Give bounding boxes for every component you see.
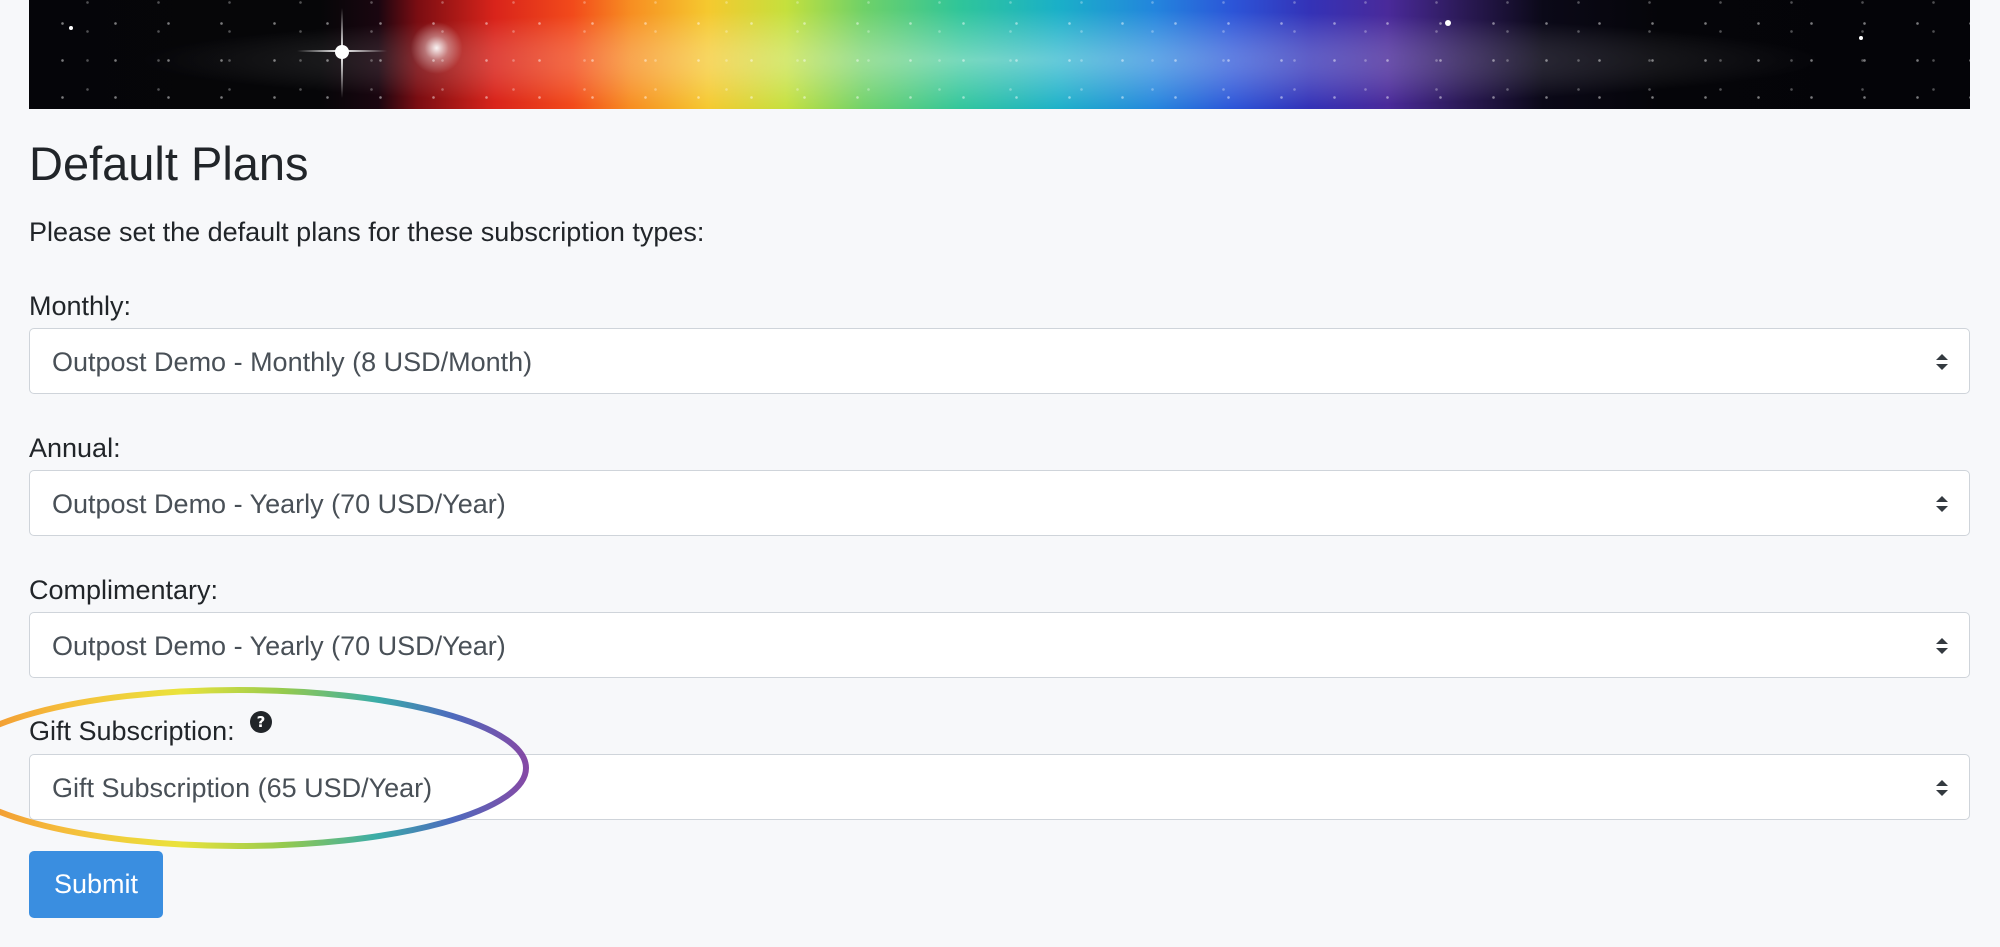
annual-plan-select[interactable]: Outpost Demo - Yearly (70 USD/Year)	[29, 470, 1970, 536]
banner-bright-star	[335, 45, 349, 59]
page-intro: Please set the default plans for these s…	[29, 217, 705, 247]
banner-star	[1445, 20, 1451, 26]
caret-up-down-icon	[1936, 496, 1948, 512]
monthly-label: Monthly:	[29, 291, 132, 321]
banner-star	[69, 26, 73, 30]
caret-up-down-icon	[1936, 780, 1948, 796]
monthly-plan-value: Outpost Demo - Monthly (8 USD/Month)	[52, 347, 533, 377]
gift-subscription-label: Gift Subscription:	[29, 716, 235, 746]
caret-up-down-icon	[1936, 354, 1948, 370]
gift-subscription-plan-value: Gift Subscription (65 USD/Year)	[52, 773, 433, 803]
question-circle-icon[interactable]: ?	[250, 711, 272, 733]
banner-stars	[29, 0, 1970, 109]
page-title: Default Plans	[29, 137, 309, 190]
caret-up-down-icon	[1936, 638, 1948, 654]
gift-subscription-plan-select[interactable]: Gift Subscription (65 USD/Year)	[29, 754, 1970, 820]
annual-label: Annual:	[29, 433, 121, 463]
complimentary-label: Complimentary:	[29, 575, 219, 605]
monthly-plan-select[interactable]: Outpost Demo - Monthly (8 USD/Month)	[29, 328, 1970, 394]
annual-plan-value: Outpost Demo - Yearly (70 USD/Year)	[52, 489, 506, 519]
complimentary-plan-value: Outpost Demo - Yearly (70 USD/Year)	[52, 631, 506, 661]
header-banner-image	[29, 0, 1970, 109]
complimentary-plan-select[interactable]: Outpost Demo - Yearly (70 USD/Year)	[29, 612, 1970, 678]
banner-star	[1859, 36, 1863, 40]
submit-button[interactable]: Submit	[29, 851, 163, 918]
